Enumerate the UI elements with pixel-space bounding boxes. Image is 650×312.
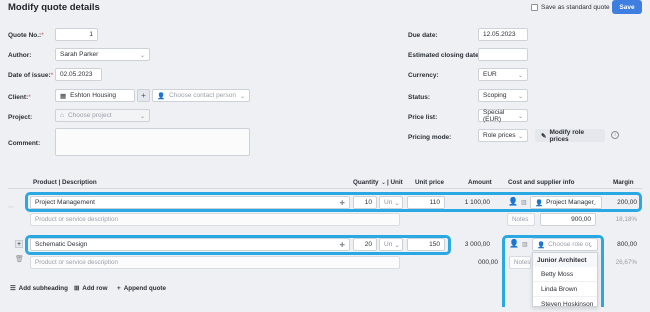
dropdown-option[interactable]: Steven Hoskinson (533, 297, 597, 312)
chevron-down-icon: ⌄ (517, 114, 523, 120)
comment-textarea[interactable] (55, 128, 250, 156)
row2-amount: 3 000,00 (464, 241, 490, 248)
row2-amount-secondary: 000,00 (478, 259, 498, 266)
chevron-down-icon: ⌄ (517, 73, 523, 79)
person-icon: 👤 (157, 92, 166, 100)
due-date-input[interactable]: 12.05.2023 (478, 28, 528, 41)
dropdown-option[interactable]: Linda Brown (533, 282, 597, 297)
tag-icon: ✎ (541, 132, 547, 140)
closing-date-label: Estimated closing date: (408, 52, 481, 59)
sort-icon[interactable]: ⌄ (381, 179, 386, 186)
pricing-mode-label: Pricing mode: (408, 134, 452, 141)
add-client-icon[interactable]: + (137, 89, 150, 102)
pricing-mode-select[interactable]: Role prices ⌄ (478, 129, 528, 142)
row2-notes-input[interactable]: Notes (509, 256, 531, 269)
expand-row-icon[interactable]: + (15, 240, 23, 248)
header-quantity: Quantity (353, 179, 379, 186)
trash-icon[interactable]: 🗑 (15, 255, 24, 263)
status-label: Status: (408, 94, 431, 101)
info-icon[interactable]: i (611, 131, 619, 139)
building-icon: ▦ (60, 92, 67, 100)
currency-select[interactable]: EUR ⌄ (478, 68, 528, 81)
chevron-down-icon: ⌄ (517, 94, 523, 100)
author-label: Author: (8, 52, 32, 59)
row2-supplier-select[interactable]: 👤 Choose role or ⌄ (532, 238, 598, 251)
due-date-label: Due date: (408, 32, 438, 39)
currency-label: Currency: (408, 72, 439, 79)
issue-date-input[interactable]: 02.05.2023 (55, 68, 102, 81)
highlight-row2-product (25, 235, 451, 255)
standard-quote-label: Save as standard quote (541, 4, 610, 11)
quote-no-label: Quote No.:* (8, 32, 44, 39)
price-list-select[interactable]: Special (EUR) ⌄ (478, 109, 528, 123)
row1-notes-input[interactable]: Notes (507, 213, 535, 226)
row2-margin: 800,00 (617, 241, 637, 248)
append-quote-button[interactable]: + Append quote (117, 285, 166, 292)
client-label: Client:* (8, 94, 31, 101)
row1-margin-pct: 18,18% (615, 216, 637, 223)
supplier-dropdown: Junior Architect Betty Moss Linda Brown … (532, 252, 598, 308)
add-row-button[interactable]: ⊞ Add row (74, 285, 107, 292)
row2-margin-pct: 26,67% (615, 259, 637, 266)
save-button[interactable]: Save (612, 0, 642, 14)
closing-date-input[interactable] (478, 48, 528, 61)
chevron-down-icon: ⌄ (239, 94, 245, 100)
person-icon: 👤 (537, 241, 546, 249)
list-icon: ☰ (10, 285, 16, 292)
client-input[interactable]: ▦ Eshton Housing (55, 89, 135, 102)
header-divider (8, 188, 642, 189)
dropdown-group-label: Junior Architect (533, 253, 597, 267)
header-unit-price: Unit price (415, 179, 445, 186)
modify-role-prices-button[interactable]: ✎ Modify role prices (535, 129, 605, 143)
chevron-down-icon: ⌄ (517, 134, 523, 140)
chevron-down-icon: ⌄ (139, 114, 145, 120)
header-amount: Amount (468, 179, 492, 186)
folder-icon: ⌂ (60, 112, 64, 119)
row2-description-input[interactable]: Product or service description (30, 256, 400, 269)
price-list-label: Price list: (408, 114, 438, 121)
author-select[interactable]: Sarah Parker ⌄ (55, 48, 150, 61)
project-select[interactable]: ⌂ Choose project ⌄ (55, 109, 150, 122)
project-label: Project: (8, 114, 33, 121)
chevron-down-icon: ⌄ (139, 53, 145, 59)
issue-label: Date of issue:* (8, 72, 54, 79)
row-icon: ⊞ (74, 285, 80, 292)
highlight-row1 (25, 192, 642, 212)
add-subheading-button[interactable]: ☰ Add subheading (10, 285, 68, 292)
quote-no-input[interactable]: 1 (55, 28, 98, 41)
plus-icon: + (117, 285, 121, 292)
drag-handle-icon[interactable]: ⋯ (8, 204, 14, 211)
comment-label: Comment: (8, 140, 41, 147)
building-icon[interactable]: ▥ (522, 241, 528, 248)
header-product: Product | Description (33, 179, 97, 186)
person-icon[interactable]: 👤 (509, 239, 519, 248)
header-margin: Margin (613, 179, 634, 186)
header-cost-supplier: Cost and supplier info (508, 179, 575, 186)
contact-person-select[interactable]: 👤 Choose contact person ⌄ (152, 89, 250, 102)
page-title: Modify quote details (8, 2, 100, 13)
row1-cost-input[interactable]: 900,00 (540, 213, 596, 226)
row1-description-input[interactable]: Product or service description (30, 213, 400, 226)
header-unit: | Unit (387, 179, 403, 186)
status-select[interactable]: Scoping ⌄ (478, 89, 528, 102)
chevron-down-icon: ⌄ (587, 243, 593, 249)
standard-quote-checkbox[interactable] (531, 4, 538, 11)
dropdown-option[interactable]: Betty Moss (533, 267, 597, 282)
